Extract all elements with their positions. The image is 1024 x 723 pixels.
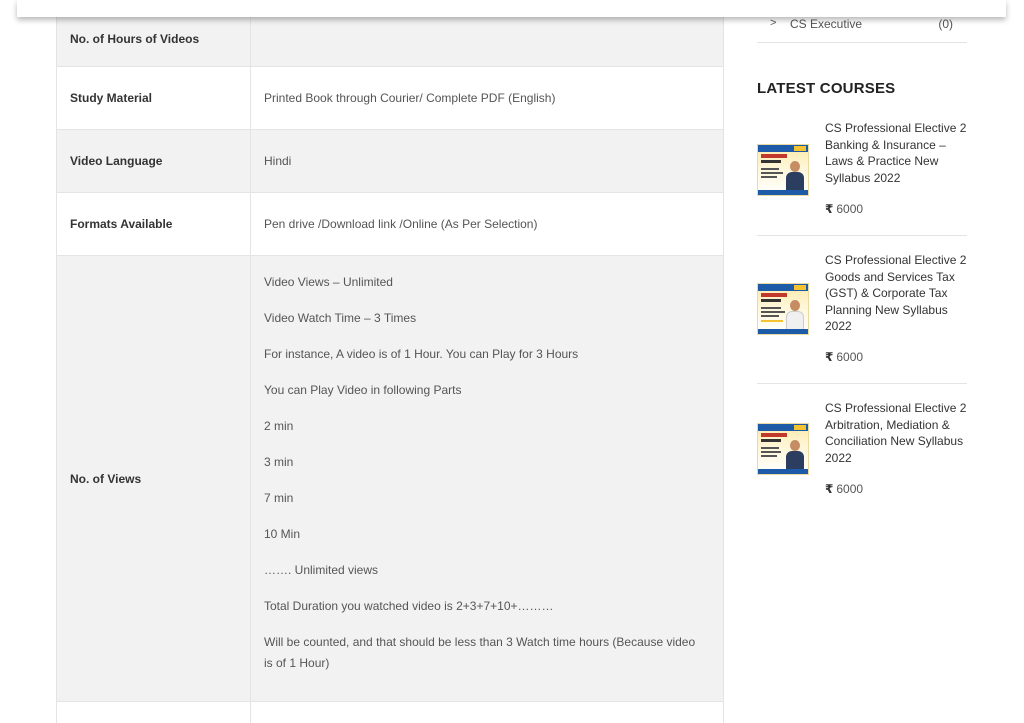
- views-line: 3 min: [264, 455, 294, 469]
- category-name[interactable]: CS Executive: [790, 17, 862, 31]
- views-line: 2 min: [264, 419, 294, 433]
- views-details: Video Views – Unlimited Video Watch Time…: [251, 256, 723, 701]
- views-line: 10 Min: [264, 527, 301, 541]
- row-value: Printed Book through Courier/ Complete P…: [264, 91, 556, 105]
- course-price: ₹6000: [825, 482, 863, 496]
- table-row: Formats Available Pen drive /Download li…: [57, 193, 723, 256]
- row-value: Pen drive /Download link /Online (As Per…: [264, 217, 538, 231]
- row-label: [57, 702, 251, 723]
- table-row: Video Language Hindi: [57, 130, 723, 193]
- rupee-icon: ₹: [825, 482, 834, 496]
- price-value: 6000: [836, 202, 864, 216]
- price-value: 6000: [836, 350, 864, 364]
- course-price: ₹6000: [825, 202, 863, 216]
- course-details-table: No. of Hours of Videos Study Material Pr…: [56, 0, 724, 723]
- views-line: Video Watch Time – 3 Times: [264, 311, 417, 325]
- course-thumbnail[interactable]: [757, 283, 809, 335]
- divider: [757, 383, 967, 384]
- category-count: (0): [938, 17, 953, 31]
- course-title-link[interactable]: CS Professional Elective 2 Goods and Ser…: [825, 252, 967, 335]
- views-line: Video Views – Unlimited: [264, 275, 393, 289]
- row-label: Formats Available: [57, 193, 251, 255]
- table-row-views: No. of Views Video Views – Unlimited Vid…: [57, 256, 723, 702]
- row-label: Video Language: [57, 130, 251, 192]
- rupee-icon: ₹: [825, 350, 834, 364]
- latest-courses-heading: LATEST COURSES: [757, 80, 896, 97]
- row-value: Hindi: [264, 154, 292, 168]
- table-row: Study Material Printed Book through Cour…: [57, 67, 723, 130]
- views-line: For instance, A video is of 1 Hour. You …: [264, 347, 579, 361]
- rupee-icon: ₹: [825, 202, 834, 216]
- chevron-right-icon: >: [770, 17, 777, 29]
- row-label: No. of Views: [57, 256, 251, 701]
- views-line: 7 min: [264, 491, 294, 505]
- course-title-link[interactable]: CS Professional Elective 2 Banking & Ins…: [825, 120, 967, 186]
- course-price: ₹6000: [825, 350, 863, 364]
- course-title-link[interactable]: CS Professional Elective 2 Arbitration, …: [825, 400, 967, 466]
- views-line: You can Play Video in following Parts: [264, 383, 462, 397]
- divider: [757, 235, 967, 236]
- row-label: Study Material: [57, 67, 251, 129]
- price-value: 6000: [836, 482, 864, 496]
- views-line: ……. Unlimited views: [264, 563, 379, 577]
- table-row: [57, 702, 723, 723]
- views-list: Video Views – Unlimited Video Watch Time…: [264, 256, 723, 674]
- sticky-header-shadow: [17, 0, 1006, 17]
- views-line: Will be counted, and that should be less…: [264, 635, 696, 670]
- course-thumbnail[interactable]: [757, 423, 809, 475]
- row-value: [251, 702, 723, 723]
- course-thumbnail[interactable]: [757, 144, 809, 196]
- views-line: Total Duration you watched video is 2+3+…: [264, 599, 554, 613]
